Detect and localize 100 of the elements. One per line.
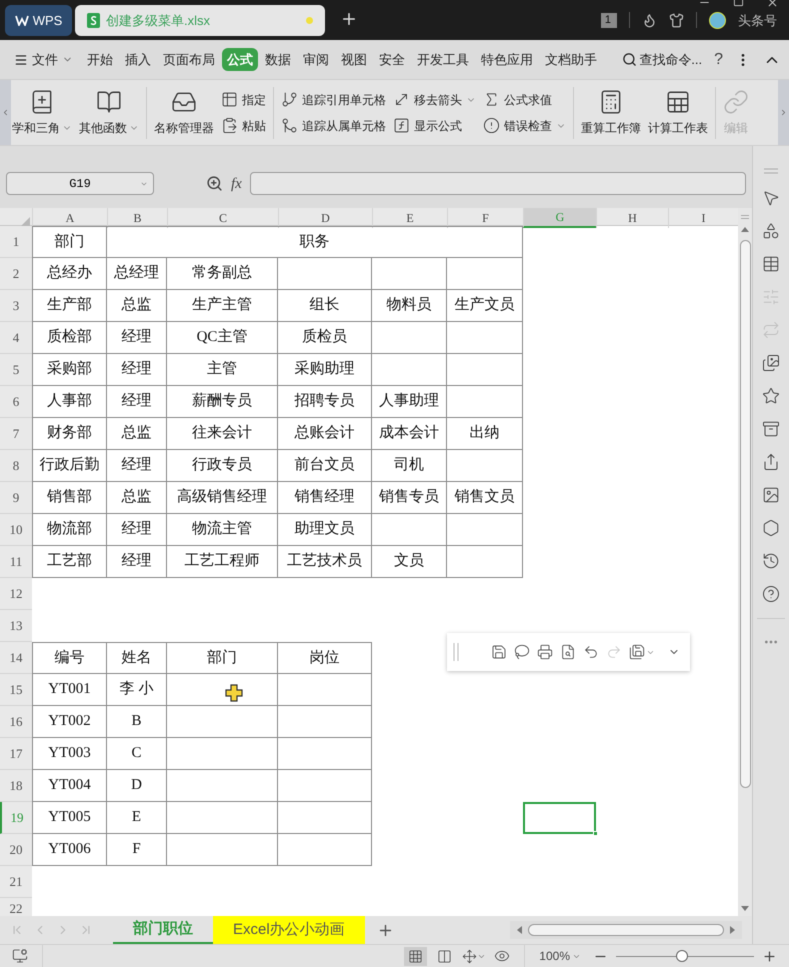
zoom-level[interactable]: 100%	[539, 947, 581, 965]
menu-tab[interactable]: 视图	[336, 48, 372, 72]
ribbon-button[interactable]: 移去箭头	[393, 90, 476, 108]
archive-icon[interactable]	[762, 420, 780, 438]
file-menu[interactable]: 文件	[14, 50, 73, 70]
drag-handle-icon[interactable]	[453, 643, 459, 661]
vertical-scrollbar[interactable]	[738, 208, 752, 916]
lasso-icon[interactable]	[514, 644, 530, 660]
image-icon[interactable]	[762, 486, 780, 504]
column-header[interactable]: C	[167, 208, 278, 228]
row-header[interactable]: 4	[0, 322, 32, 354]
name-box[interactable]: G19	[6, 172, 154, 195]
save-icon[interactable]	[491, 644, 507, 660]
ribbon-button[interactable]: 计算工作表	[648, 88, 708, 136]
table-icon[interactable]	[762, 255, 780, 273]
ribbon-button[interactable]: 显示公式	[393, 116, 476, 134]
sliders-icon[interactable]	[762, 288, 780, 306]
row-header[interactable]: 15	[0, 674, 32, 706]
command-search[interactable]: 查找命令...	[622, 50, 702, 70]
table-cell: YT001	[32, 674, 107, 706]
star-icon[interactable]	[762, 387, 780, 405]
history-icon[interactable]	[762, 552, 780, 570]
menu-tab[interactable]: 文档助手	[540, 48, 602, 72]
eye-icon[interactable]	[494, 948, 510, 964]
save-as-icon[interactable]	[629, 644, 645, 660]
row-header[interactable]: 13	[0, 610, 32, 642]
avatar[interactable]	[709, 12, 726, 29]
ribbon-button[interactable]: 错误检查	[483, 116, 566, 134]
preview-icon[interactable]	[560, 644, 576, 660]
move-icon[interactable]	[462, 948, 478, 964]
ribbon-button[interactable]: 追踪引用单元格	[281, 90, 386, 108]
ribbon-button[interactable]: 名称管理器	[154, 88, 214, 136]
ribbon-button[interactable]: 学和三角	[12, 88, 72, 136]
ribbon-button[interactable]: 重算工作簿	[581, 88, 641, 136]
notification-badge[interactable]: 1	[600, 12, 617, 28]
row-header[interactable]: 21	[0, 866, 32, 898]
column-header[interactable]: B	[107, 208, 167, 228]
scroll-down-icon[interactable]	[741, 904, 749, 912]
menu-tab[interactable]: 数据	[260, 48, 296, 72]
ribbon-button[interactable]: 追踪从属单元格	[281, 116, 386, 134]
horizontal-scrollbar[interactable]	[510, 921, 742, 939]
row-header[interactable]: 12	[0, 578, 32, 610]
menu-tab[interactable]: 开始	[82, 48, 118, 72]
printer-icon[interactable]	[537, 644, 553, 660]
share-icon[interactable]	[762, 453, 780, 471]
table-cell: 成本会计	[372, 418, 447, 450]
slider-thumb[interactable]	[676, 950, 688, 962]
scroll-up-icon[interactable]	[741, 226, 749, 234]
scroll-thumb[interactable]	[740, 240, 750, 788]
zoom-slider[interactable]	[616, 950, 754, 962]
row-header[interactable]: 14	[0, 642, 32, 674]
row-header[interactable]: 18	[0, 770, 32, 802]
column-header[interactable]: H	[596, 208, 668, 228]
row-header[interactable]: 17	[0, 738, 32, 770]
selected-cell[interactable]	[523, 802, 596, 834]
normal-view-button[interactable]	[404, 946, 428, 966]
row-header[interactable]: 20	[0, 834, 32, 866]
row-header[interactable]: 7	[0, 418, 32, 450]
formula-field[interactable]	[250, 172, 746, 195]
shapes-icon[interactable]	[762, 222, 780, 240]
help-icon[interactable]	[762, 585, 780, 603]
row-header[interactable]: 1	[0, 226, 32, 258]
monitor-icon[interactable]	[12, 948, 28, 964]
menu-tab[interactable]: 页面布局	[158, 48, 220, 72]
menu-tab[interactable]: 安全	[374, 48, 410, 72]
sheet-tab[interactable]: Excel办公小动画	[213, 916, 365, 944]
row-header[interactable]: 2	[0, 258, 32, 290]
column-header[interactable]: D	[278, 208, 372, 228]
ribbon-button[interactable]: 指定	[221, 90, 266, 108]
gallery-icon[interactable]	[762, 354, 780, 372]
row-header[interactable]: 3	[0, 290, 32, 322]
row-header[interactable]: 22	[0, 898, 32, 916]
function-label[interactable]: fx	[231, 173, 242, 196]
column-header[interactable]: E	[372, 208, 447, 228]
row-header[interactable]: 10	[0, 514, 32, 546]
new-tab-icon[interactable]	[340, 10, 358, 28]
row-header[interactable]: 8	[0, 450, 32, 482]
flame-icon[interactable]	[642, 12, 657, 28]
zoom-icon[interactable]	[206, 175, 223, 192]
row-header[interactable]: 16	[0, 706, 32, 738]
hexagon-icon[interactable]	[762, 519, 780, 537]
zoom-in-icon[interactable]	[762, 948, 777, 964]
row-header[interactable]: 9	[0, 482, 32, 514]
menu-tab[interactable]: 特色应用	[476, 48, 538, 72]
menu-tab[interactable]: 插入	[120, 48, 156, 72]
menu-tab[interactable]: 开发工具	[412, 48, 474, 72]
help-button[interactable]: ?	[714, 48, 723, 72]
row-header[interactable]: 6	[0, 386, 32, 418]
ribbon-button[interactable]: 公式求值	[483, 90, 566, 108]
row-header[interactable]: 5	[0, 354, 32, 386]
ribbon-button[interactable]: 其他函数	[79, 88, 139, 136]
shirt-icon[interactable]	[669, 12, 684, 28]
menu-tab[interactable]: 审阅	[298, 48, 334, 72]
page-break-icon[interactable]	[437, 948, 452, 964]
pointer-icon[interactable]	[762, 189, 780, 207]
undo-icon[interactable]	[583, 644, 599, 660]
ribbon-button[interactable]: 粘贴	[221, 116, 266, 134]
app-tab[interactable]: WPS	[5, 5, 72, 36]
row-header[interactable]: 11	[0, 546, 32, 578]
account-name[interactable]: 头条号	[738, 10, 777, 30]
